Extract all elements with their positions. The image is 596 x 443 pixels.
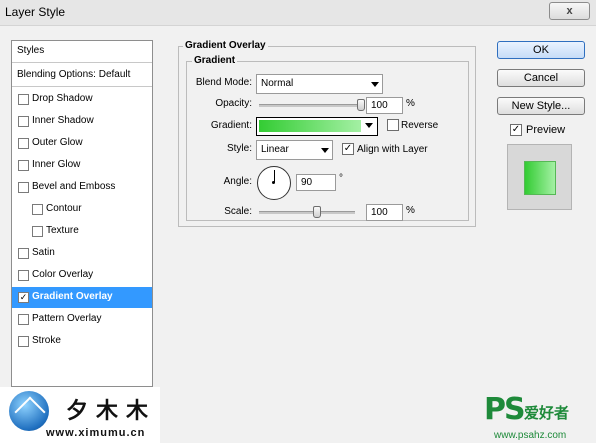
checkbox[interactable] (32, 204, 43, 215)
style-label: Style: (226, 143, 252, 154)
align-with-layer-checkbox[interactable]: ✓ (342, 143, 354, 155)
checkbox-checked[interactable]: ✓ (18, 292, 29, 303)
chevron-down-icon (371, 82, 379, 87)
style-item-stroke[interactable]: Stroke (12, 331, 152, 352)
angle-unit: ° (339, 173, 343, 184)
checkbox[interactable] (18, 138, 29, 149)
ps-logo: PS (484, 392, 526, 427)
checkbox[interactable] (18, 160, 29, 171)
preview-swatch (524, 161, 556, 195)
opacity-slider-handle[interactable] (357, 99, 365, 111)
blend-mode-value: Normal (261, 78, 294, 89)
opacity-input[interactable]: 100 (366, 97, 403, 114)
style-item-bevel-emboss[interactable]: Bevel and Emboss (12, 177, 152, 198)
opacity-value: 100 (371, 100, 388, 111)
checkbox[interactable] (18, 248, 29, 259)
window-title: Layer Style (5, 5, 66, 19)
gradient-swatch[interactable] (259, 120, 361, 132)
checkbox[interactable] (18, 336, 29, 347)
scale-slider[interactable] (259, 211, 355, 214)
preview-thumbnail (507, 144, 572, 210)
title-bar: Layer Style x (0, 0, 596, 26)
style-item-drop-shadow[interactable]: Drop Shadow (12, 89, 152, 110)
style-item-label: Contour (46, 203, 82, 214)
style-item-texture[interactable]: Texture (12, 221, 152, 242)
style-item-label: Texture (46, 225, 79, 236)
style-item-label: Inner Shadow (32, 115, 94, 126)
new-style-button[interactable]: New Style... (497, 97, 585, 115)
angle-dial[interactable] (257, 166, 291, 200)
opacity-label: Opacity: (215, 98, 252, 109)
layer-style-dialog: Layer Style x Styles Blending Options: D… (0, 0, 596, 443)
ok-button[interactable]: OK (497, 41, 585, 59)
chevron-down-icon[interactable] (365, 123, 373, 128)
gradient-label: Gradient: (210, 120, 252, 131)
style-item-color-overlay[interactable]: Color Overlay (12, 265, 152, 286)
style-item-label: Bevel and Emboss (32, 181, 116, 192)
style-item-satin[interactable]: Satin (12, 243, 152, 264)
ximumu-logo-icon (9, 391, 49, 431)
style-item-label: Gradient Overlay (32, 291, 113, 302)
styles-header[interactable]: Styles (12, 41, 152, 63)
checkbox[interactable] (32, 226, 43, 237)
style-item-contour[interactable]: Contour (12, 199, 152, 220)
style-item-label: Inner Glow (32, 159, 81, 170)
blend-mode-label: Blend Mode: (195, 77, 252, 88)
gradient-subgroup-title: Gradient (192, 55, 238, 66)
scale-slider-handle[interactable] (312, 206, 321, 218)
style-item-inner-glow[interactable]: Inner Glow (12, 155, 152, 176)
style-item-label: Pattern Overlay (32, 313, 102, 324)
cancel-button[interactable]: Cancel (497, 69, 585, 87)
style-item-label: Drop Shadow (32, 93, 93, 104)
gradient-picker[interactable] (256, 117, 378, 136)
reverse-label: Reverse (401, 120, 439, 131)
blend-mode-select[interactable]: Normal (256, 74, 383, 94)
scale-unit: % (406, 205, 415, 216)
blending-options-label: Blending Options: Default (17, 69, 131, 80)
align-with-layer-label: Align with Layer (357, 144, 428, 155)
opacity-unit: % (406, 98, 415, 109)
angle-value: 90 (301, 177, 313, 188)
style-item-label: Outer Glow (32, 137, 83, 148)
close-button[interactable]: x (549, 2, 590, 20)
angle-center (272, 181, 275, 184)
scale-label: Scale: (224, 206, 252, 217)
angle-input[interactable]: 90 (296, 174, 336, 191)
angle-label: Angle: (223, 176, 252, 187)
checkbox[interactable] (18, 270, 29, 281)
scale-value: 100 (371, 207, 388, 218)
style-item-label: Satin (32, 247, 55, 258)
watermark-psahz-url: www.psahz.com (494, 430, 567, 441)
reverse-checkbox[interactable] (387, 119, 399, 131)
watermark-ximumu-text: 夕木木 (66, 398, 157, 424)
watermark-psahz-text: 爱好者 (524, 405, 570, 422)
logo-mark (14, 396, 46, 428)
style-item-inner-shadow[interactable]: Inner Shadow (12, 111, 152, 132)
style-value: Linear (261, 144, 289, 155)
opacity-slider[interactable] (259, 104, 361, 107)
chevron-down-icon (321, 148, 329, 153)
preview-checkbox[interactable]: ✓ (510, 124, 522, 136)
watermark-ximumu-url: www.ximumu.cn (46, 427, 146, 439)
watermark-ximumu: 夕木木 www.ximumu.cn (0, 387, 160, 443)
style-item-gradient-overlay[interactable]: ✓ Gradient Overlay (12, 287, 152, 308)
style-item-outer-glow[interactable]: Outer Glow (12, 133, 152, 154)
styles-header-label: Styles (17, 45, 45, 56)
checkbox[interactable] (18, 314, 29, 325)
style-item-pattern-overlay[interactable]: Pattern Overlay (12, 309, 152, 330)
checkbox[interactable] (18, 94, 29, 105)
checkbox[interactable] (18, 116, 29, 127)
style-item-label: Color Overlay (32, 269, 94, 280)
preview-label: Preview (526, 124, 566, 136)
checkbox[interactable] (18, 182, 29, 193)
scale-input[interactable]: 100 (366, 204, 403, 221)
watermark-psahz: PS 爱好者 www.psahz.com (484, 392, 596, 443)
style-select[interactable]: Linear (256, 140, 333, 160)
styles-list: Styles Blending Options: Default Drop Sh… (11, 40, 153, 387)
gradient-overlay-title: Gradient Overlay (183, 40, 268, 51)
blending-options-item[interactable]: Blending Options: Default (12, 65, 152, 87)
style-item-label: Stroke (32, 335, 61, 346)
